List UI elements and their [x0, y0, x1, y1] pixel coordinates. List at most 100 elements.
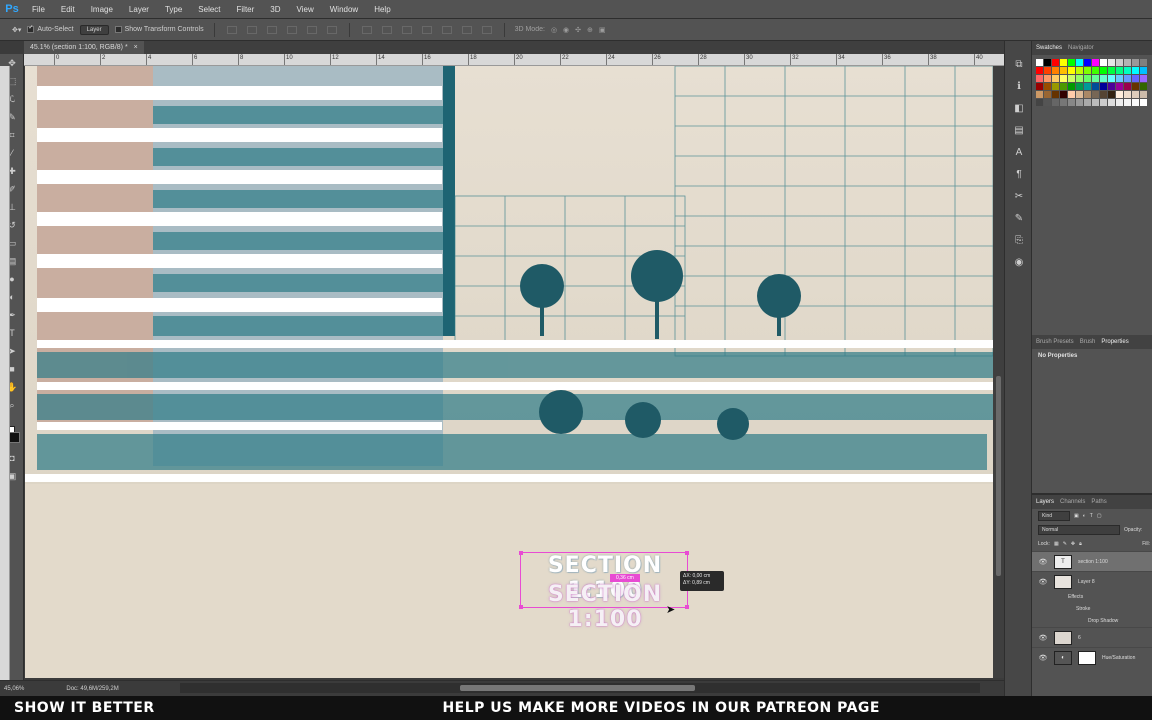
color-swatch[interactable]: [1052, 99, 1059, 106]
color-swatch[interactable]: [1036, 75, 1043, 82]
color-swatch[interactable]: [1076, 91, 1083, 98]
color-swatch[interactable]: [1132, 75, 1139, 82]
color-swatch[interactable]: [1140, 99, 1147, 106]
align-right-icon[interactable]: [326, 25, 337, 34]
3d-rotate-icon[interactable]: ◎: [551, 26, 557, 34]
color-swatch[interactable]: [1060, 91, 1067, 98]
history-icon[interactable]: ⧉: [1005, 53, 1033, 75]
clone-source-icon[interactable]: ⎘: [1005, 229, 1033, 251]
color-swatch[interactable]: [1124, 99, 1131, 106]
color-swatch[interactable]: [1036, 67, 1043, 74]
document-size[interactable]: Doc: 49,6M/259,2M: [66, 686, 118, 692]
color-swatch[interactable]: [1068, 75, 1075, 82]
color-swatch[interactable]: [1116, 91, 1123, 98]
filter-adjustment-icon[interactable]: ◐: [1083, 513, 1086, 519]
color-swatch[interactable]: [1116, 75, 1123, 82]
color-swatch[interactable]: [1116, 83, 1123, 90]
color-swatch[interactable]: [1068, 59, 1075, 66]
visibility-eye-icon[interactable]: 👁︎: [1038, 578, 1048, 586]
menu-layer[interactable]: Layer: [121, 0, 157, 19]
auto-select-target-dropdown[interactable]: Layer: [79, 24, 109, 35]
color-swatch[interactable]: [1084, 83, 1091, 90]
color-swatch[interactable]: [1100, 83, 1107, 90]
brush-icon[interactable]: ✎: [1005, 207, 1033, 229]
3d-scale-icon[interactable]: ▣: [599, 26, 606, 34]
color-swatch[interactable]: [1036, 91, 1043, 98]
color-swatch[interactable]: [1076, 83, 1083, 90]
menu-help[interactable]: Help: [366, 0, 398, 19]
color-swatch[interactable]: [1108, 67, 1115, 74]
color-swatch[interactable]: [1060, 67, 1067, 74]
close-tab-icon[interactable]: ×: [134, 41, 138, 54]
color-swatch[interactable]: [1084, 67, 1091, 74]
filter-type-icon[interactable]: T: [1090, 513, 1093, 519]
color-swatch[interactable]: [1116, 59, 1123, 66]
color-swatch[interactable]: [1084, 91, 1091, 98]
tab-properties[interactable]: Properties: [1101, 339, 1128, 345]
color-swatch[interactable]: [1060, 75, 1067, 82]
color-swatch[interactable]: [1132, 67, 1139, 74]
3d-pan-icon[interactable]: ✣: [575, 26, 581, 34]
color-swatch[interactable]: [1140, 91, 1147, 98]
color-swatch[interactable]: [1060, 99, 1067, 106]
menu-file[interactable]: File: [24, 0, 53, 19]
color-swatch[interactable]: [1076, 99, 1083, 106]
filter-pixel-icon[interactable]: ▣: [1074, 513, 1079, 519]
menu-image[interactable]: Image: [83, 0, 121, 19]
color-swatch[interactable]: [1052, 67, 1059, 74]
zoom-level[interactable]: 45,06%: [4, 686, 24, 692]
transform-handle[interactable]: [519, 605, 523, 609]
color-swatch[interactable]: [1132, 83, 1139, 90]
color-swatch[interactable]: [1116, 67, 1123, 74]
layer-comps-icon[interactable]: ▤: [1005, 119, 1033, 141]
color-swatch[interactable]: [1132, 91, 1139, 98]
layer-row-section-text[interactable]: 👁︎ T section 1:100: [1032, 551, 1152, 571]
show-transform-checkbox[interactable]: Show Transform Controls: [114, 26, 204, 33]
color-swatch[interactable]: [1124, 91, 1131, 98]
color-swatch[interactable]: [1124, 59, 1131, 66]
transform-handle[interactable]: [519, 551, 523, 555]
color-swatch[interactable]: [1068, 91, 1075, 98]
color-swatch[interactable]: [1092, 83, 1099, 90]
tab-brush[interactable]: Brush: [1080, 339, 1096, 345]
color-swatch[interactable]: [1100, 99, 1107, 106]
drop-shadow-effect[interactable]: Drop Shadow: [1032, 615, 1152, 627]
menu-view[interactable]: View: [289, 0, 322, 19]
color-swatch[interactable]: [1044, 91, 1051, 98]
visibility-eye-icon[interactable]: 👁︎: [1038, 634, 1048, 642]
tab-layers[interactable]: Layers: [1036, 499, 1054, 505]
lock-pixels-icon[interactable]: ✎: [1063, 541, 1067, 547]
align-vcenter-icon[interactable]: [246, 25, 257, 34]
tab-paths[interactable]: Paths: [1091, 499, 1106, 505]
color-swatch[interactable]: [1092, 99, 1099, 106]
layer-kind-filter[interactable]: Kind: [1038, 511, 1070, 521]
stroke-effect[interactable]: Stroke: [1032, 603, 1152, 615]
color-swatch[interactable]: [1140, 75, 1147, 82]
styles-icon[interactable]: ◉: [1005, 251, 1033, 273]
color-swatch[interactable]: [1100, 59, 1107, 66]
color-swatch[interactable]: [1132, 59, 1139, 66]
auto-select-checkbox[interactable]: Auto-Select: [27, 26, 74, 33]
color-swatch[interactable]: [1036, 83, 1043, 90]
color-swatch[interactable]: [1052, 91, 1059, 98]
color-swatch[interactable]: [1036, 99, 1043, 106]
color-swatch[interactable]: [1084, 99, 1091, 106]
menu-select[interactable]: Select: [190, 0, 228, 19]
color-swatch[interactable]: [1052, 83, 1059, 90]
color-swatch[interactable]: [1124, 67, 1131, 74]
lock-all-icon[interactable]: 🔒︎: [1079, 541, 1082, 547]
align-bottom-icon[interactable]: [266, 25, 277, 34]
color-swatch[interactable]: [1100, 91, 1107, 98]
color-swatch[interactable]: [1068, 99, 1075, 106]
color-swatch[interactable]: [1052, 59, 1059, 66]
visibility-eye-icon[interactable]: 👁︎: [1038, 558, 1048, 566]
distribute-vcenter-icon[interactable]: [381, 25, 392, 34]
color-swatch[interactable]: [1036, 59, 1043, 66]
color-swatch[interactable]: [1124, 75, 1131, 82]
lock-transparency-icon[interactable]: ▦: [1054, 541, 1059, 547]
color-swatch[interactable]: [1076, 59, 1083, 66]
tab-channels[interactable]: Channels: [1060, 499, 1085, 505]
filter-shape-icon[interactable]: ▢: [1097, 513, 1102, 519]
distribute-hcenter-icon[interactable]: [441, 25, 452, 34]
align-top-icon[interactable]: [226, 25, 237, 34]
